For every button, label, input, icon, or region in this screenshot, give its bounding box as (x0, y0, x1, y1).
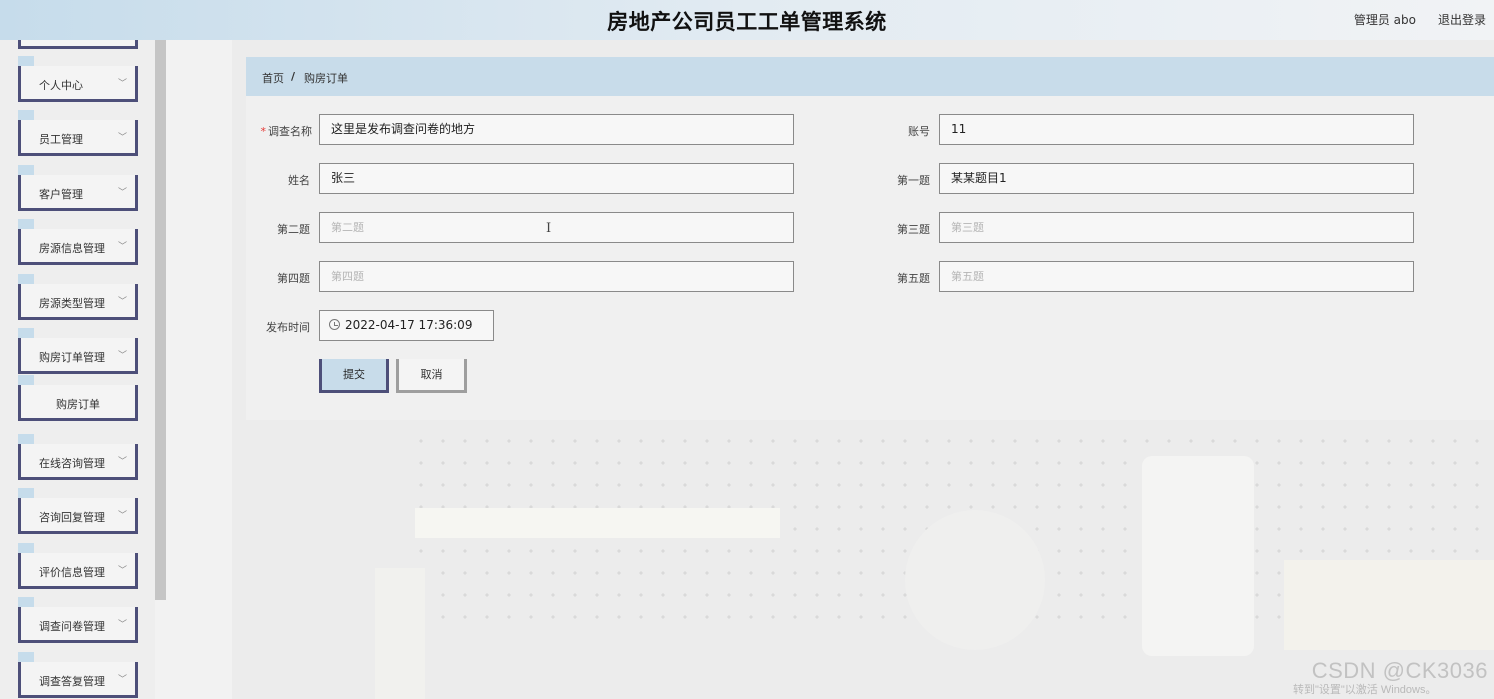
background-decoration (905, 510, 1045, 650)
sidebar-item-label: 购房订单管理 (39, 351, 105, 364)
survey-name-input[interactable]: 这里是发布调查问卷的地方 (319, 114, 794, 145)
sidebar-item-label: 咨询回复管理 (39, 511, 105, 524)
background-decoration (415, 508, 780, 538)
question-1-label: 第一题 (897, 174, 930, 187)
survey-name-label: * 调查名称 (260, 125, 313, 138)
sidebar-item-label: 员工管理 (39, 133, 83, 146)
sidebar-item-label: 客户管理 (39, 188, 83, 201)
sidebar-item-partial[interactable] (18, 40, 138, 49)
sidebar-item-reply-management[interactable]: 咨询回复管理 ﹀ (18, 488, 138, 534)
chevron-down-icon: ﹀ (117, 675, 127, 685)
question-3-input[interactable]: 第三题 (939, 212, 1414, 243)
sidebar-item-label: 评价信息管理 (39, 566, 105, 579)
chevron-up-icon: ﹀ (117, 351, 127, 361)
sidebar-subitem-orders[interactable]: 购房订单 (18, 375, 138, 421)
chevron-down-icon: ﹀ (117, 133, 127, 143)
breadcrumb-current: 购房订单 (304, 72, 348, 85)
sidebar-item-listing-management[interactable]: 房源信息管理 ﹀ (18, 219, 138, 265)
sidebar-item-review-management[interactable]: 评价信息管理 ﹀ (18, 543, 138, 589)
breadcrumb: 首页 / 购房订单 (246, 57, 1494, 96)
question-5-label: 第五题 (897, 272, 930, 285)
windows-activation-notice: 转到"设置"以激活 Windows。 (1293, 684, 1437, 696)
required-mark: * (260, 125, 267, 138)
question-1-input[interactable]: 某某题目1 (939, 163, 1414, 194)
sidebar-item-label: 购房订单 (56, 398, 100, 411)
background-decoration (375, 568, 425, 699)
publish-time-value: 2022-04-17 17:36:09 (345, 318, 473, 332)
cancel-button[interactable]: 取消 (396, 359, 467, 393)
sidebar-item-order-management[interactable]: 购房订单管理 ﹀ (18, 328, 138, 374)
chevron-down-icon: ﹀ (117, 242, 127, 252)
chevron-down-icon: ﹀ (117, 79, 127, 89)
sidebar-item-survey-reply-management[interactable]: 调查答复管理 ﹀ (18, 652, 138, 698)
account-input[interactable]: 11 (939, 114, 1414, 145)
sidebar-item-label: 个人中心 (39, 79, 83, 92)
question-5-input[interactable]: 第五题 (939, 261, 1414, 292)
chevron-down-icon: ﹀ (117, 297, 127, 307)
chevron-down-icon: ﹀ (117, 620, 127, 630)
sidebar-item-customer-management[interactable]: 客户管理 ﹀ (18, 165, 138, 211)
sidebar-item-survey-management[interactable]: 调查问卷管理 ﹀ (18, 597, 138, 643)
current-user: 管理员 abo (1353, 13, 1416, 27)
app-title: 房地产公司员工工单管理系统 (607, 10, 887, 34)
background-decoration (1142, 456, 1254, 656)
question-3-label: 第三题 (897, 223, 930, 236)
question-4-input[interactable]: 第四题 (319, 261, 794, 292)
breadcrumb-home[interactable]: 首页 (262, 70, 284, 86)
sidebar-item-label: 调查问卷管理 (39, 620, 105, 633)
sidebar-item-label: 房源信息管理 (39, 242, 105, 255)
question-2-input[interactable]: 第二题 (319, 212, 794, 243)
chevron-down-icon: ﹀ (117, 457, 127, 467)
sidebar-item-label: 在线咨询管理 (39, 457, 105, 470)
question-4-label: 第四题 (277, 272, 310, 285)
background-decoration (1284, 560, 1494, 650)
name-label: 姓名 (288, 174, 310, 187)
chevron-down-icon: ﹀ (117, 566, 127, 576)
clock-icon (329, 319, 340, 330)
sidebar-item-employee-management[interactable]: 员工管理 ﹀ (18, 110, 138, 156)
sidebar-item-listing-type-management[interactable]: 房源类型管理 ﹀ (18, 274, 138, 320)
sidebar-scrollbar[interactable] (155, 40, 166, 600)
sidebar-item-label: 房源类型管理 (39, 297, 105, 310)
breadcrumb-separator: / (291, 70, 296, 83)
question-2-label: 第二题 (277, 223, 310, 236)
submit-button[interactable]: 提交 (319, 359, 389, 393)
name-input[interactable]: 张三 (319, 163, 794, 194)
text-cursor-icon: I (546, 221, 552, 236)
sidebar-item-label: 调查答复管理 (39, 675, 105, 688)
account-label: 账号 (908, 125, 930, 138)
logout-link[interactable]: 退出登录 (1438, 11, 1486, 28)
top-header: 房地产公司员工工单管理系统 管理员 abo 退出登录 (0, 0, 1494, 40)
sidebar-item-consultation-management[interactable]: 在线咨询管理 ﹀ (18, 434, 138, 480)
chevron-down-icon: ﹀ (117, 188, 127, 198)
publish-time-label: 发布时间 (266, 321, 310, 334)
sidebar-item-personal-center[interactable]: 个人中心 ﹀ (18, 56, 138, 102)
chevron-down-icon: ﹀ (117, 511, 127, 521)
publish-time-picker[interactable]: 2022-04-17 17:36:09 (319, 310, 494, 341)
